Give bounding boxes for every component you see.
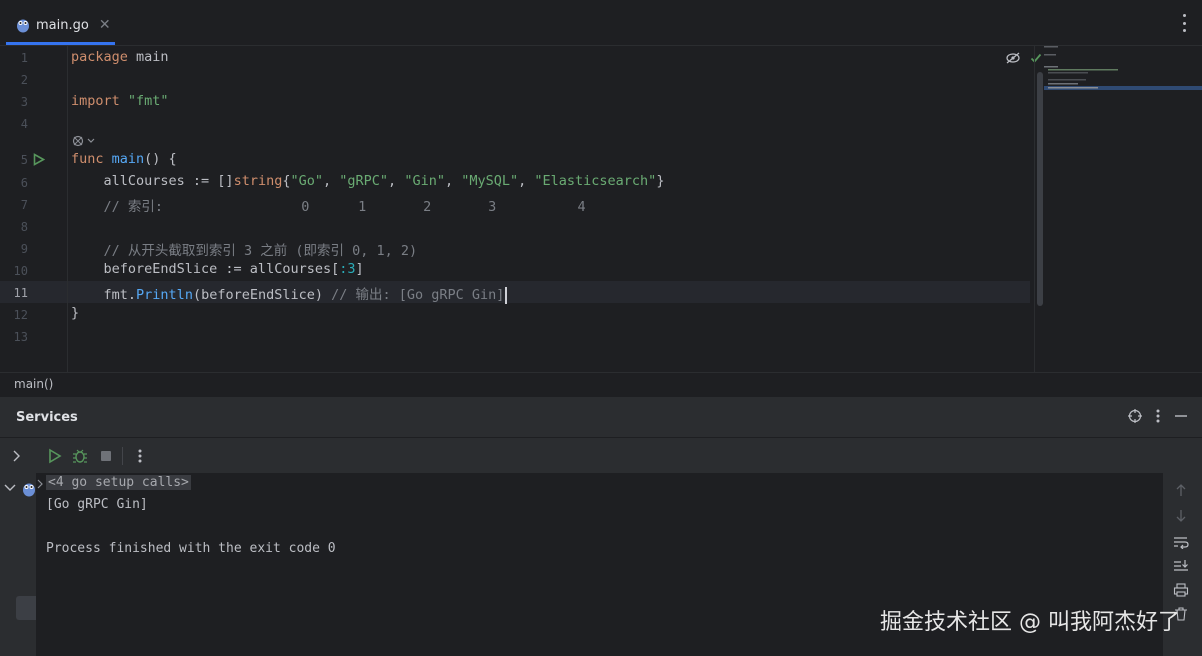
code-line-10: beforeEndSlice := allCourses[:3]	[71, 261, 364, 277]
line-number: 2	[20, 73, 28, 87]
tab-main-go[interactable]: main.go ✕	[6, 4, 116, 46]
editor-scrollbar[interactable]	[1034, 46, 1044, 372]
arrow-up-icon[interactable]	[1175, 483, 1187, 497]
services-tree	[0, 473, 36, 656]
code-line-9: // 从开头截取到索引 3 之前 (即索引 0, 1, 2)	[71, 243, 418, 259]
panel-edge-tab[interactable]	[16, 596, 36, 620]
more-options-icon[interactable]	[1176, 14, 1192, 32]
line-number: 13	[13, 330, 28, 344]
debug-icon[interactable]	[72, 448, 88, 464]
arrow-down-icon[interactable]	[1175, 509, 1187, 523]
minimize-icon[interactable]	[1174, 409, 1188, 423]
breadcrumb-bar: main()	[0, 372, 1202, 396]
stop-icon[interactable]	[100, 450, 112, 462]
line-number: 3	[20, 95, 28, 109]
line-number: 7	[20, 198, 28, 212]
code-editor[interactable]: 1 2 3 4 5 6 7 8 9 10 11 12 13 package ma…	[0, 46, 1202, 372]
go-gopher-icon[interactable]	[22, 481, 36, 497]
reader-mode-icon[interactable]	[1006, 52, 1020, 64]
tab-label: main.go	[36, 17, 89, 33]
more-options-icon[interactable]	[138, 449, 142, 463]
toolbar-separator	[122, 447, 123, 465]
soft-wrap-icon[interactable]	[1173, 535, 1189, 549]
code-minimap[interactable]	[1044, 46, 1202, 106]
services-title: Services	[16, 410, 78, 425]
run-icon[interactable]	[48, 448, 62, 464]
services-toolbar	[0, 437, 1202, 473]
console-line[interactable]: <4 go setup calls>	[46, 475, 191, 490]
console-line: [Go gRPC Gin]	[46, 497, 148, 512]
line-number: 11	[13, 286, 28, 300]
active-tab-indicator	[6, 42, 115, 45]
line-number: 6	[20, 176, 28, 190]
code-line-5: func main() {	[71, 151, 177, 167]
code-vision-icon[interactable]	[71, 134, 97, 148]
folded-setup-calls[interactable]: <4 go setup calls>	[46, 475, 191, 490]
code-line-12: }	[71, 305, 80, 321]
print-icon[interactable]	[1173, 583, 1189, 597]
close-icon[interactable]: ✕	[99, 17, 111, 33]
line-number: 5	[20, 153, 28, 167]
go-gopher-icon	[17, 19, 29, 33]
run-gutter-icon[interactable]	[33, 153, 45, 166]
console-line: Process finished with the exit code 0	[46, 541, 336, 556]
scroll-to-end-icon[interactable]	[1173, 559, 1189, 573]
code-line-7: // 索引: 0 1 2 3 4	[71, 199, 586, 215]
text-caret	[505, 286, 508, 304]
line-number-gutter: 1 2 3 4 5 6 7 8 9 10 11 12 13	[0, 46, 68, 372]
more-options-icon[interactable]	[1156, 409, 1160, 423]
line-number: 10	[13, 264, 28, 278]
line-number: 9	[20, 242, 28, 256]
scrollbar-thumb[interactable]	[1037, 72, 1043, 306]
line-number: 4	[20, 117, 28, 131]
expand-chevron-icon[interactable]	[36, 479, 44, 489]
line-number: 8	[20, 220, 28, 234]
editor-tab-bar: main.go ✕	[0, 0, 1202, 46]
watermark-text: 掘金技术社区 @ 叫我阿杰好了	[880, 610, 1180, 635]
code-line-11: fmt.Println(beforeEndSlice) // 输出: [Go g…	[71, 283, 508, 304]
line-number: 1	[20, 51, 28, 65]
code-line-6: allCourses := []string{"Go", "gRPC", "Gi…	[71, 173, 665, 189]
line-number: 12	[13, 308, 28, 322]
code-line-1: package main	[71, 49, 169, 65]
expand-chevron-icon[interactable]	[12, 450, 22, 462]
breadcrumb[interactable]: main()	[14, 377, 53, 391]
collapse-chevron-icon[interactable]	[4, 483, 16, 493]
crosshair-icon[interactable]	[1128, 409, 1142, 423]
code-line-3: import "fmt"	[71, 93, 169, 109]
